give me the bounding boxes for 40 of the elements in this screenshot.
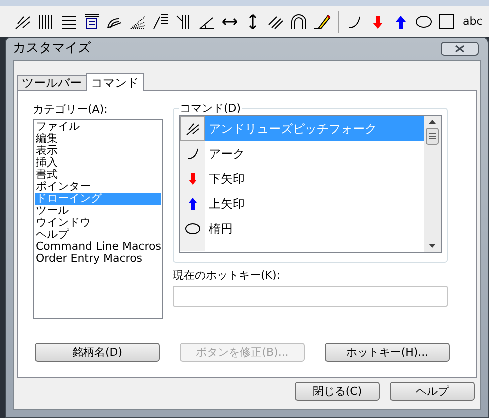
- category-item[interactable]: 書式: [35, 169, 161, 181]
- category-item[interactable]: ウインドウ: [35, 217, 161, 229]
- tab[interactable]: コマンド: [86, 73, 144, 91]
- command-item[interactable]: アーク: [205, 141, 424, 166]
- category-item[interactable]: ツール: [35, 205, 161, 217]
- category-item[interactable]: 表示: [35, 145, 161, 157]
- category-label: カテゴリー(A):: [33, 104, 109, 115]
- command-item[interactable]: 楕円: [205, 216, 424, 241]
- scrollbar[interactable]: [424, 116, 441, 252]
- tab[interactable]: ツールバー: [17, 75, 87, 90]
- command-label: コマンド(D): [179, 103, 242, 114]
- scroll-thumb-icon[interactable]: [426, 128, 439, 145]
- pencil-icon[interactable]: [313, 12, 331, 30]
- hotkey-label: 現在のホットキー(K):: [173, 270, 282, 281]
- dialog-button[interactable]: 閉じる(C): [295, 382, 380, 401]
- vertical-lines-icon[interactable]: [37, 12, 55, 30]
- window-title: カスタマイズ: [13, 40, 91, 58]
- arch-icon[interactable]: [290, 12, 308, 30]
- up-arrow-icon: [188, 198, 196, 210]
- arc-icon: [186, 146, 200, 160]
- hotkey-field[interactable]: [173, 286, 448, 307]
- command-item[interactable]: 上矢印: [205, 191, 424, 216]
- dialog-button[interactable]: ヘルプ: [390, 382, 475, 401]
- category-item[interactable]: ポインター: [35, 181, 161, 193]
- category-item[interactable]: ファイル: [35, 121, 161, 133]
- panel-button[interactable]: ホットキー(H)...: [325, 343, 450, 362]
- ellipse-icon: [184, 222, 200, 234]
- close-icon[interactable]: [441, 42, 479, 56]
- rectangle-icon[interactable]: [438, 12, 456, 30]
- category-item[interactable]: ヘルプ: [35, 229, 161, 241]
- scroll-down-icon[interactable]: [429, 244, 436, 248]
- scroll-up-icon[interactable]: [429, 120, 436, 124]
- category-item[interactable]: Command Line Macros: [35, 241, 161, 253]
- category-item[interactable]: Order Entry Macros: [35, 253, 161, 265]
- down-arrow-icon: [188, 172, 196, 184]
- category-item[interactable]: 挿入: [35, 157, 161, 169]
- category-item[interactable]: 編集: [35, 133, 161, 145]
- command-item[interactable]: 下矢印: [205, 166, 424, 191]
- panel-button[interactable]: 銘柄名(D): [35, 343, 160, 362]
- text-tool-button[interactable]: abc: [463, 16, 483, 27]
